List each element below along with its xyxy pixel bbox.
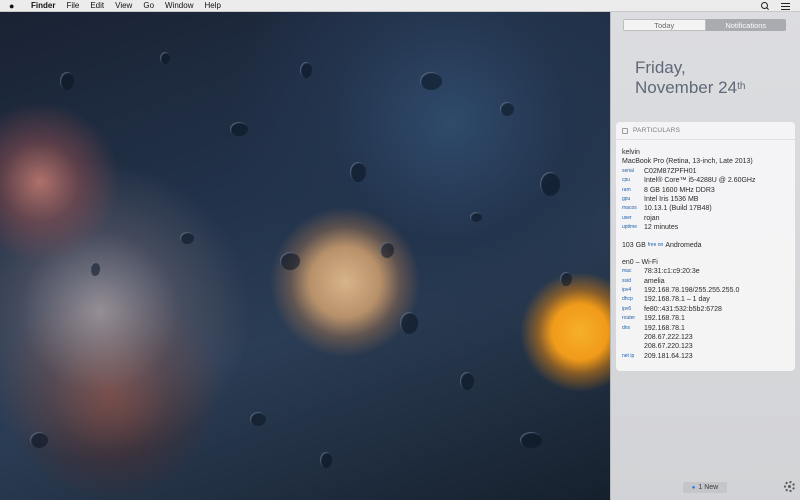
info-value: 208.67.220.123 <box>644 343 693 351</box>
info-key: mac <box>622 268 632 275</box>
menu-view[interactable]: View <box>115 1 132 10</box>
notification-center-icon[interactable] <box>781 2 790 10</box>
new-dot-icon: ● <box>691 484 696 491</box>
spotlight-search-icon[interactable] <box>761 2 769 10</box>
info-value: 78:31:c1:c9:20:3e <box>644 268 700 276</box>
disk-free: 103 GB free on Andromeda <box>622 241 702 249</box>
menu-go[interactable]: Go <box>143 1 154 10</box>
info-row: ipv4 192.168.78.198/255.255.255.0 <box>622 286 795 295</box>
info-value: 192.168.78.198/255.255.255.0 <box>644 287 740 295</box>
info-value: 208.67.222.123 <box>644 334 693 342</box>
widget-body: kelvin MacBook Pro (Retina, 13-inch, Lat… <box>616 140 795 361</box>
info-row: net ip 209.181.64.123 <box>622 352 795 361</box>
info-row: ipv6 fe80::431:532:b5b2:6728 <box>622 305 795 314</box>
info-key: dhcp <box>622 296 633 303</box>
tab-today[interactable]: Today <box>623 19 706 31</box>
info-key: ipv6 <box>622 305 632 312</box>
hostname: kelvin <box>622 149 640 156</box>
widget-header: PARTICULARS <box>616 122 795 140</box>
model: MacBook Pro (Retina, 13-inch, Late 2013) <box>622 158 753 166</box>
menu-help[interactable]: Help <box>204 1 220 10</box>
info-key: ssid <box>622 277 631 284</box>
date-month-day: November 24 <box>635 78 738 97</box>
widget-title: PARTICULARS <box>633 127 681 134</box>
date-weekday: Friday, <box>635 58 686 77</box>
info-key: dns <box>622 324 631 331</box>
info-row: user rojan <box>622 214 795 223</box>
info-value: 209.181.64.123 <box>644 352 693 360</box>
info-key: user <box>622 214 632 221</box>
info-row: serial C02M87ZPFH01 <box>622 167 795 176</box>
info-value: 192.168.78.1 – 1 day <box>644 296 710 304</box>
info-key: uptime <box>622 224 638 231</box>
info-key: net ip <box>622 352 635 359</box>
menu-file[interactable]: File <box>66 1 79 10</box>
info-row: dhcp 192.168.78.1 – 1 day <box>622 295 795 304</box>
menu-edit[interactable]: Edit <box>90 1 104 10</box>
info-row: ssid amelia <box>622 277 795 286</box>
info-key: ipv4 <box>622 287 632 294</box>
info-row: 208.67.220.123 <box>622 342 795 351</box>
info-key: ram <box>622 186 631 193</box>
info-row: 208.67.222.123 <box>622 333 795 342</box>
today-date: Friday, November 24th <box>635 58 745 98</box>
tab-notifications[interactable]: Notifications <box>705 19 786 31</box>
info-value: rojan <box>644 214 660 222</box>
widget-app-icon <box>622 127 628 134</box>
new-label: 1 New <box>698 484 719 491</box>
info-row: ram 8 GB 1600 MHz DDR3 <box>622 186 795 195</box>
info-key <box>622 333 644 342</box>
menu-bar: ● Finder File Edit View Go Window Help <box>0 0 800 12</box>
info-row: macos 10.13.1 (Build 17B48) <box>622 204 795 213</box>
info-row: uptime 12 minutes <box>622 223 795 232</box>
info-key: gpu <box>622 195 631 202</box>
info-value: Intel Iris 1536 MB <box>644 195 699 203</box>
info-key: cpu <box>622 177 631 184</box>
notification-center: Today Notifications Friday, November 24t… <box>610 12 800 500</box>
info-value: amelia <box>644 277 665 285</box>
info-key: macos <box>622 205 637 212</box>
info-row: dns 192.168.78.1 <box>622 324 795 333</box>
info-value: Intel® Core™ i5-4288U @ 2.60GHz <box>644 177 756 185</box>
network-interface: en0 – Wi-Fi <box>622 258 658 266</box>
info-value: 8 GB 1600 MHz DDR3 <box>644 186 715 194</box>
info-key: serial <box>622 167 634 174</box>
menu-app-name[interactable]: Finder <box>31 1 55 10</box>
info-row: router 192.168.78.1 <box>622 314 795 323</box>
info-key: router <box>622 315 636 322</box>
info-value: 12 minutes <box>644 224 679 232</box>
info-value: 10.13.1 (Build 17B48) <box>644 205 712 213</box>
info-value: 192.168.78.1 <box>644 324 685 332</box>
new-widgets-button[interactable]: ● 1 New <box>683 482 727 493</box>
apple-menu-icon[interactable]: ● <box>9 0 23 12</box>
nc-tab-bar: Today Notifications <box>623 19 786 31</box>
info-row: gpu Intel Iris 1536 MB <box>622 195 795 204</box>
date-suffix: th <box>737 81 746 92</box>
info-value: 192.168.78.1 <box>644 315 685 323</box>
particulars-widget: PARTICULARS kelvin MacBook Pro (Retina, … <box>616 122 795 371</box>
info-value: fe80::431:532:b5b2:6728 <box>644 305 722 313</box>
gear-icon[interactable] <box>784 481 795 492</box>
info-row: mac 78:31:c1:c9:20:3e <box>622 267 795 276</box>
info-value: C02M87ZPFH01 <box>644 167 697 175</box>
info-row: cpu Intel® Core™ i5-4288U @ 2.60GHz <box>622 176 795 185</box>
menu-window[interactable]: Window <box>165 1 193 10</box>
desktop-wallpaper <box>0 12 610 500</box>
info-key <box>622 342 644 351</box>
